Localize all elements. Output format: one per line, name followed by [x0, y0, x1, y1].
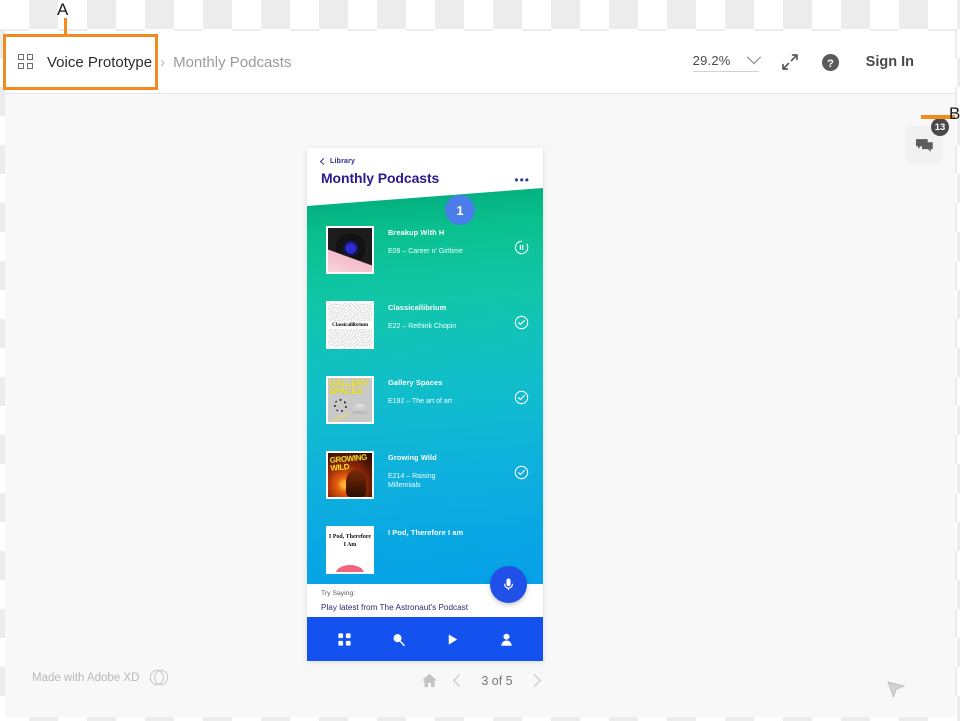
svg-text:?: ?: [827, 57, 834, 69]
podcast-artwork-text: Classicallibrium: [328, 321, 372, 329]
check-circle-icon[interactable]: [514, 465, 529, 480]
annotation-b-label: B: [949, 104, 960, 123]
zoom-select[interactable]: 29.2%: [692, 50, 761, 72]
podcast-title: Growing Wild: [388, 453, 437, 462]
podcast-artwork: [326, 226, 374, 274]
next-page-button[interactable]: [527, 674, 541, 687]
previous-page-button[interactable]: [453, 674, 467, 687]
list-item[interactable]: GALLERY SPACES Gallery Spaces E192 – The…: [307, 376, 543, 451]
sign-in-button[interactable]: Sign In: [866, 54, 914, 70]
list-item-meta: I Pod, Therefore I am: [388, 526, 529, 537]
list-item-meta: Gallery Spaces E192 – The art of art: [388, 376, 514, 406]
list-item[interactable]: Breakup With H E09 – Career n' Girltime: [307, 226, 543, 301]
annotation-a-connector: [64, 18, 67, 36]
overflow-menu-icon[interactable]: •••: [514, 174, 530, 186]
app-window: Voice Prototype › Monthly Podcasts 29.2%…: [5, 31, 955, 717]
bottom-navigation-bar: [307, 617, 543, 661]
comments-button[interactable]: 13: [905, 118, 949, 164]
prototype-hotspot-badge[interactable]: 1: [445, 195, 475, 225]
podcast-title: Classicallibrium: [388, 303, 447, 312]
growing-wild-figure: [346, 470, 366, 497]
phone-artboard: Library Monthly Podcasts ••• Breakup Wit…: [307, 148, 543, 661]
artboard-page-title: Monthly Podcasts: [321, 170, 440, 186]
voice-mic-button[interactable]: [490, 566, 527, 603]
podcast-artwork-text: I Pod, Therefore I Am: [328, 534, 372, 548]
podcast-episode: E22 – Rethink Chopin: [388, 323, 457, 330]
podcast-artwork: GALLERY SPACES: [326, 376, 374, 424]
chat-bubbles-icon: [915, 138, 933, 152]
list-item[interactable]: Classicallibrium Classicallibrium E22 – …: [307, 301, 543, 376]
gallery-object-decoration: [352, 404, 367, 415]
help-circle-icon: ?: [821, 53, 839, 71]
podcast-episode: E214 – Raising Millennials: [388, 473, 436, 490]
grid-apps-icon[interactable]: [337, 632, 352, 647]
toolbar-right-group: 29.2% ? Sign In: [692, 50, 914, 72]
list-item[interactable]: GROWING WILD Growing Wild E214 – Raising…: [307, 451, 543, 526]
podcast-episode: E09 – Career n' Girltime: [388, 248, 463, 255]
podcast-title: Breakup With H: [388, 228, 445, 237]
gallery-dots-decoration: [334, 399, 347, 412]
search-icon[interactable]: [391, 632, 406, 647]
gallery-line-decoration: [332, 413, 350, 422]
podcast-title: Gallery Spaces: [388, 378, 443, 387]
podcast-list: Breakup With H E09 – Career n' Girltime …: [307, 226, 543, 592]
artboard-gradient-body: Breakup With H E09 – Career n' Girltime …: [307, 188, 543, 592]
comments-count-badge: 13: [931, 118, 949, 136]
podcast-artwork: Classicallibrium: [326, 301, 374, 349]
pagination-controls: 3 of 5: [5, 672, 955, 689]
list-item-meta: Classicallibrium E22 – Rethink Chopin: [388, 301, 514, 331]
cursor-arrow-icon: [887, 681, 906, 699]
play-icon[interactable]: [445, 632, 460, 647]
chevron-down-icon: [746, 50, 761, 65]
podcast-artwork-text: GROWING WILD: [329, 452, 368, 473]
expand-arrows-icon: [781, 54, 798, 70]
home-icon[interactable]: [421, 672, 438, 689]
breadcrumb-project-name[interactable]: Voice Prototype: [47, 54, 152, 71]
back-link-label: Library: [330, 158, 356, 165]
prototype-canvas: Library Monthly Podcasts ••• Breakup Wit…: [5, 94, 955, 717]
breadcrumb: Voice Prototype › Monthly Podcasts: [18, 31, 291, 93]
breadcrumb-page-name[interactable]: Monthly Podcasts: [173, 54, 291, 71]
help-button[interactable]: ?: [821, 53, 840, 72]
zoom-value: 29.2%: [692, 52, 731, 68]
podcast-artwork: GROWING WILD: [326, 451, 374, 499]
list-item-meta: Growing Wild E214 – Raising Millennials: [388, 451, 514, 491]
microphone-icon: [503, 578, 514, 591]
back-to-library-link[interactable]: Library: [319, 157, 529, 166]
chevron-left-icon: [319, 157, 328, 166]
top-toolbar: Voice Prototype › Monthly Podcasts 29.2%…: [5, 31, 955, 94]
pause-circle-icon[interactable]: [514, 240, 529, 255]
profile-icon[interactable]: [499, 632, 514, 647]
podcast-title: I Pod, Therefore I am: [388, 528, 464, 537]
fullscreen-button[interactable]: [781, 53, 799, 71]
page-indicator: 3 of 5: [481, 673, 513, 688]
try-saying-phrase[interactable]: Play latest from The Astronaut's Podcast: [321, 603, 468, 612]
podcast-artwork-text: GALLERY SPACES: [329, 378, 369, 397]
podcast-artwork: I Pod, Therefore I Am: [326, 526, 374, 574]
annotation-a-label: A: [57, 0, 69, 19]
check-circle-icon[interactable]: [514, 390, 529, 405]
list-item-meta: Breakup With H E09 – Career n' Girltime: [388, 226, 514, 256]
grid-icon[interactable]: [18, 53, 35, 71]
check-circle-icon[interactable]: [514, 315, 529, 330]
podcast-episode: E192 – The art of art: [388, 398, 453, 405]
breadcrumb-separator-icon: ›: [160, 53, 166, 71]
